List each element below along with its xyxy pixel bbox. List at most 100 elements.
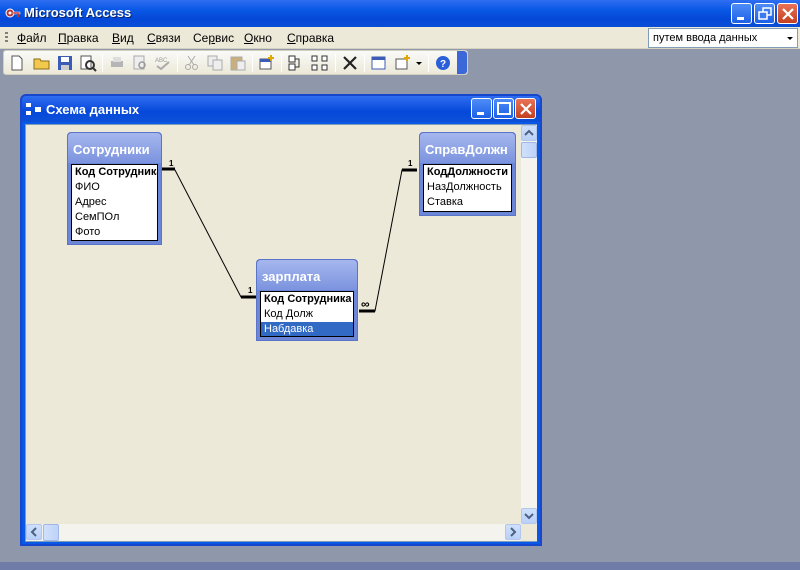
toolbar-options-button[interactable] [457, 51, 467, 74]
relation-line-positions-salary[interactable] [359, 168, 417, 313]
menu-help-label: Справка [287, 31, 335, 45]
field-item[interactable]: Код Сотрудника [261, 292, 353, 307]
menu-view[interactable]: Вид [112, 31, 134, 45]
svg-text:?: ? [440, 59, 446, 70]
help-icon[interactable]: ? [433, 53, 453, 73]
scroll-up-button[interactable] [521, 125, 537, 141]
paste-icon[interactable] [228, 53, 248, 73]
cut-icon[interactable] [182, 53, 202, 73]
chevron-down-icon[interactable] [783, 29, 797, 47]
restore-button[interactable] [754, 3, 775, 24]
show-direct-icon[interactable] [286, 53, 306, 73]
table-positions-title[interactable]: СправДолжн [420, 133, 515, 163]
print-preview-icon[interactable] [130, 53, 150, 73]
vertical-scroll-thumb[interactable] [521, 142, 537, 158]
help-search-value: путем ввода данных [653, 32, 758, 44]
chevron-right-icon [510, 527, 517, 537]
table-employees[interactable]: Сотрудники Код Сотрудника ФИО Адрес СемП… [67, 132, 162, 245]
menu-hotkey: С [147, 31, 156, 45]
close-icon [520, 103, 532, 115]
scroll-left-button[interactable] [26, 524, 42, 540]
menu-relations[interactable]: Связи [147, 31, 181, 45]
menu-help[interactable]: Справка [287, 31, 334, 45]
field-item[interactable]: ФИО [72, 180, 157, 195]
window-maximize-button[interactable] [493, 98, 514, 119]
menu-hotkey: С [287, 31, 296, 45]
toolbar-separator [177, 54, 178, 72]
vertical-scrollbar[interactable] [521, 125, 537, 524]
table-positions-fields[interactable]: КодДолжности НазДолжность Ставка [423, 164, 512, 212]
help-search-box[interactable]: путем ввода данных [648, 28, 798, 48]
menu-window-label: Окно [244, 31, 272, 45]
chevron-left-icon [30, 527, 37, 537]
window-close-button[interactable] [515, 98, 536, 119]
show-all-icon[interactable] [310, 53, 330, 73]
new-object-icon[interactable] [393, 53, 413, 73]
field-item[interactable]: Ставка [424, 195, 511, 210]
table-salary-title[interactable]: зарплата [257, 260, 357, 290]
save-icon[interactable] [55, 53, 75, 73]
relationships-window-title: Схема данных [46, 102, 140, 117]
horizontal-scrollbar[interactable] [26, 524, 521, 541]
menu-relations-label: Связи [147, 31, 181, 45]
horizontal-scroll-thumb[interactable] [43, 524, 59, 541]
toolbar: ABC ? [3, 50, 468, 75]
field-item-selected[interactable]: Набдавка [261, 322, 353, 336]
relation-one-label: 1 [408, 159, 413, 168]
menu-hotkey: В [112, 31, 121, 45]
minimize-icon [477, 112, 484, 115]
close-button[interactable] [777, 3, 798, 24]
table-employees-fields[interactable]: Код Сотрудника ФИО Адрес СемПОл Фото [71, 164, 158, 241]
menu-tools[interactable]: Сервис [193, 31, 234, 45]
chevron-up-icon [524, 129, 534, 136]
toolbar-separator [102, 54, 103, 72]
table-positions[interactable]: СправДолжн КодДолжности НазДолжность Ста… [419, 132, 516, 216]
menu-file[interactable]: Файл [17, 31, 47, 45]
chevron-down-icon[interactable] [414, 53, 424, 73]
field-item[interactable]: КодДолжности [424, 165, 511, 180]
table-salary-fields[interactable]: Код Сотрудника Код Долж Набдавка [260, 291, 354, 337]
access-key-icon[interactable] [5, 5, 21, 21]
field-item[interactable]: НазДолжность [424, 180, 511, 195]
search-icon[interactable] [78, 53, 98, 73]
relationships-canvas[interactable]: 1 1 1 ∞ Сотрудники Код Сотрудника ФИО Ад… [26, 125, 520, 524]
field-item[interactable]: Фото [72, 225, 157, 240]
relation-one-label: 1 [248, 286, 253, 295]
scroll-down-button[interactable] [521, 508, 537, 524]
scroll-right-button[interactable] [505, 524, 521, 540]
field-item[interactable]: Код Долж [261, 307, 353, 322]
scrollbar-corner [521, 524, 537, 541]
show-table-icon[interactable] [257, 53, 277, 73]
menu-hotkey: П [58, 31, 67, 45]
table-employees-title[interactable]: Сотрудники [68, 133, 161, 163]
minimize-icon [737, 17, 744, 20]
field-item[interactable]: Код Сотрудника [72, 165, 157, 180]
menu-hotkey: Ф [17, 31, 27, 45]
menu-tools-label: Сервис [193, 31, 235, 45]
status-bar-edge [0, 562, 800, 570]
new-icon[interactable] [7, 53, 27, 73]
field-item[interactable]: СемПОл [72, 210, 157, 225]
menu-grip[interactable] [5, 32, 8, 44]
open-icon[interactable] [32, 53, 52, 73]
print-icon[interactable] [107, 53, 127, 73]
restore-icon [758, 7, 772, 20]
field-item[interactable]: Адрес [72, 195, 157, 210]
close-icon [782, 8, 794, 20]
table-salary[interactable]: зарплата Код Сотрудника Код Долж Набдавк… [256, 259, 358, 341]
relationships-icon[interactable] [26, 102, 42, 116]
copy-icon[interactable] [205, 53, 225, 73]
toolbar-separator [252, 54, 253, 72]
relation-line-employees-salary[interactable] [158, 167, 256, 299]
toolbar-separator [428, 54, 429, 72]
menu-edit[interactable]: Правка [58, 31, 99, 45]
minimize-button[interactable] [731, 3, 752, 24]
database-window-icon[interactable] [369, 53, 389, 73]
delete-icon[interactable] [340, 53, 360, 73]
menu-file-label: Файл [17, 31, 47, 45]
spelling-icon[interactable]: ABC [153, 53, 173, 73]
menu-hotkey: р [208, 31, 216, 45]
menu-window[interactable]: Окно [244, 31, 272, 45]
window-minimize-button[interactable] [471, 98, 492, 119]
toolbar-separator [281, 54, 282, 72]
